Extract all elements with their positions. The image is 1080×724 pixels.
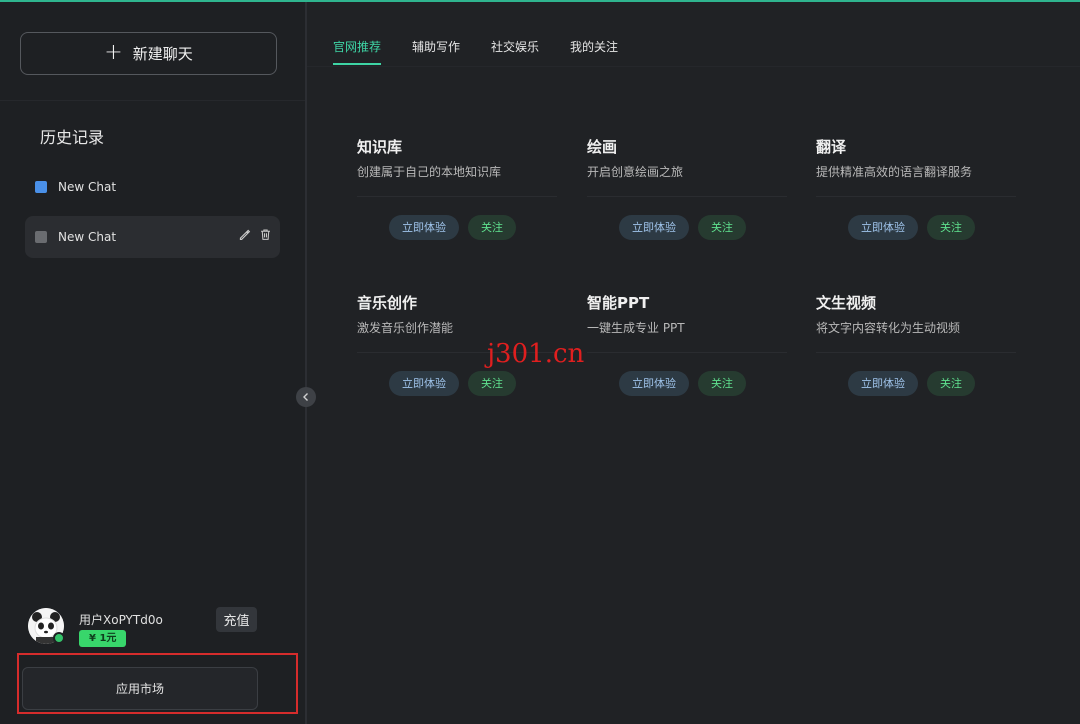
follow-button[interactable]: 关注 (927, 215, 975, 240)
app-card-knowledge: 知识库 创建属于自己的本地知识库 立即体验 关注 (357, 136, 557, 246)
try-button[interactable]: 立即体验 (848, 371, 918, 396)
follow-button[interactable]: 关注 (468, 371, 516, 396)
watermark: j301.cn (487, 339, 585, 369)
app-card-translate: 翻译 提供精准高效的语言翻译服务 立即体验 关注 (816, 136, 1016, 246)
chevron-left-icon (303, 393, 308, 401)
card-description: 开启创意绘画之旅 (587, 165, 684, 179)
try-button[interactable]: 立即体验 (389, 215, 459, 240)
username: 用户XoPYTd0o (79, 613, 163, 627)
card-title: 智能PPT (587, 294, 650, 312)
app-card-drawing: 绘画 开启创意绘画之旅 立即体验 关注 (587, 136, 787, 246)
tabs-underline (307, 66, 1080, 67)
card-title: 绘画 (587, 138, 618, 156)
tab-writing[interactable]: 辅助写作 (412, 38, 460, 65)
try-button[interactable]: 立即体验 (619, 215, 689, 240)
follow-button[interactable]: 关注 (927, 371, 975, 396)
recharge-button[interactable]: 充值 (216, 607, 257, 632)
chat-label: New Chat (58, 230, 117, 244)
chat-color-icon (35, 231, 47, 243)
category-tabs: 官网推荐 辅助写作 社交娱乐 我的关注 (333, 38, 649, 65)
app-market-button[interactable]: 应用市场 (22, 667, 258, 710)
new-chat-label: 新建聊天 (132, 45, 193, 63)
collapse-sidebar-button[interactable] (296, 387, 316, 407)
card-title: 文生视频 (816, 294, 877, 312)
card-title: 翻译 (816, 138, 847, 156)
trash-icon[interactable] (259, 228, 272, 244)
try-button[interactable]: 立即体验 (619, 371, 689, 396)
try-button[interactable]: 立即体验 (389, 371, 459, 396)
card-title: 知识库 (357, 138, 403, 156)
chat-color-icon (35, 181, 47, 193)
follow-button[interactable]: 关注 (698, 215, 746, 240)
tab-recommended[interactable]: 官网推荐 (333, 38, 382, 65)
card-description: 提供精准高效的语言翻译服务 (816, 165, 973, 179)
new-chat-button[interactable]: + 新建聊天 (20, 32, 277, 75)
balance-badge: ¥ 1元 (79, 630, 127, 647)
sidebar-divider (305, 2, 307, 724)
online-status-icon (53, 632, 65, 644)
edit-icon[interactable] (238, 228, 251, 244)
tab-social[interactable]: 社交娱乐 (491, 38, 539, 65)
follow-button[interactable]: 关注 (698, 371, 746, 396)
chat-label: New Chat (58, 180, 117, 194)
card-title: 音乐创作 (357, 294, 418, 312)
chat-list-item[interactable]: New Chat (25, 166, 280, 208)
card-description: 一键生成专业 PPT (587, 321, 685, 335)
tab-following[interactable]: 我的关注 (570, 38, 618, 65)
card-description: 将文字内容转化为生动视频 (816, 321, 961, 335)
card-description: 创建属于自己的本地知识库 (357, 165, 502, 179)
plus-icon: + (104, 39, 123, 65)
app-card-video: 文生视频 将文字内容转化为生动视频 立即体验 关注 (816, 292, 1016, 402)
history-title: 历史记录 (40, 128, 105, 147)
sidebar-separator (0, 100, 305, 101)
chat-list-item[interactable]: New Chat (25, 216, 280, 258)
card-description: 激发音乐创作潜能 (357, 321, 454, 335)
app-card-ppt: 智能PPT 一键生成专业 PPT 立即体验 关注 (587, 292, 787, 402)
try-button[interactable]: 立即体验 (848, 215, 918, 240)
follow-button[interactable]: 关注 (468, 215, 516, 240)
